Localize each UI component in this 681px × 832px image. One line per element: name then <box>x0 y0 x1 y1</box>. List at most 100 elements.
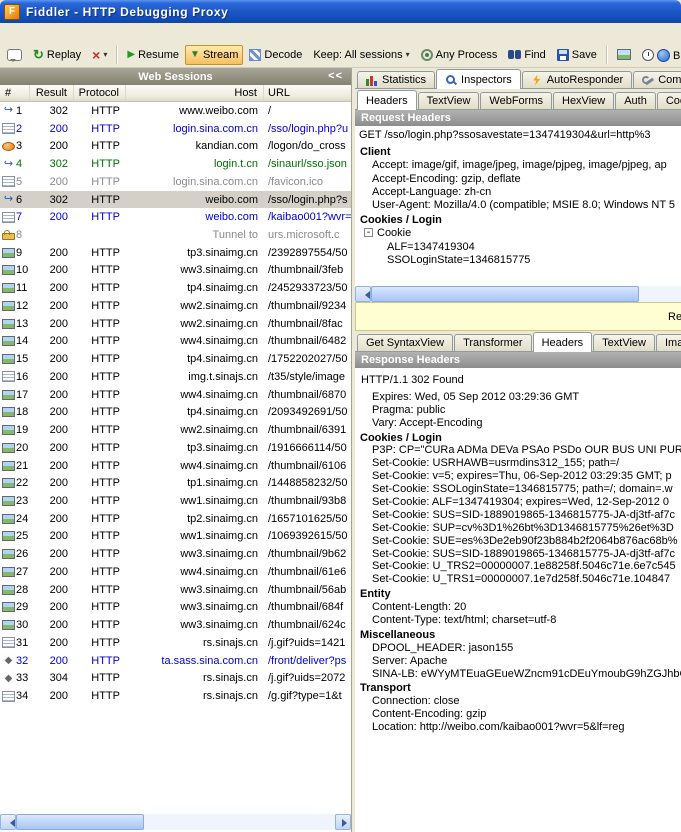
scroll-left-arrow[interactable] <box>0 814 16 830</box>
replay-button[interactable]: ↻Replay <box>28 45 86 65</box>
session-row[interactable]: 8 Tunnel to urs.microsoft.c <box>0 226 351 244</box>
column-header-url[interactable]: URL <box>264 85 351 101</box>
session-row[interactable]: 11 200 HTTP tp4.sinaimg.cn /2452933723/5… <box>0 279 351 297</box>
session-host: rs.sinajs.cn <box>126 637 264 649</box>
session-row[interactable]: 27 200 HTTP ww4.sinaimg.cn /thumbnail/61… <box>0 563 351 581</box>
screenshot-button[interactable] <box>612 45 636 64</box>
session-row[interactable]: 24 200 HTTP tp2.sinaimg.cn /1657101625/5… <box>0 510 351 528</box>
session-url: /2093492691/50 <box>264 406 351 418</box>
any-process-button[interactable]: Any Process <box>416 45 503 65</box>
session-row[interactable]: 28 200 HTTP ww3.sinaimg.cn /thumbnail/56… <box>0 581 351 599</box>
session-list: 1 302 HTTP www.weibo.com / 2 200 HTTP lo… <box>0 102 351 705</box>
menu-item[interactable] <box>16 31 32 35</box>
session-row[interactable]: 16 200 HTTP img.t.sinajs.cn /t35/style/i… <box>0 368 351 386</box>
session-row[interactable]: 30 200 HTTP ww3.sinaimg.cn /thumbnail/62… <box>0 616 351 634</box>
scroll-right-arrow[interactable] <box>335 814 351 830</box>
session-row[interactable]: 25 200 HTTP ww1.sinaimg.cn /1069392615/5… <box>0 528 351 546</box>
session-row[interactable]: 14 200 HTTP ww4.sinaimg.cn /thumbnail/64… <box>0 333 351 351</box>
inspector-tab[interactable]: AutoResponder <box>522 71 632 88</box>
session-row[interactable]: 17 200 HTTP ww4.sinaimg.cn /thumbnail/68… <box>0 386 351 404</box>
decode-button[interactable]: Decode <box>244 45 307 65</box>
menu-item[interactable] <box>32 31 48 35</box>
request-inspector-tab[interactable]: Cookies <box>657 92 681 109</box>
browse-button[interactable]: Browse <box>652 45 681 66</box>
menu-item[interactable] <box>0 31 16 35</box>
session-row[interactable]: 26 200 HTTP ww3.sinaimg.cn /thumbnail/9b… <box>0 545 351 563</box>
request-inspector-tab[interactable]: WebForms <box>480 92 552 109</box>
inspector-tab[interactable]: Composer <box>633 71 681 88</box>
header-line: Set-Cookie: SUS=SID-1889019865-134681577… <box>355 548 681 561</box>
inspector-tab[interactable]: Inspectors <box>436 69 521 89</box>
session-row[interactable]: 4 302 HTTP login.t.cn /sinaurl/sso.json <box>0 155 351 173</box>
session-result: 200 <box>30 353 74 365</box>
request-horizontal-scrollbar[interactable] <box>355 286 681 302</box>
session-row[interactable]: 32 200 HTTP ta.sass.sina.com.cn /front/d… <box>0 652 351 670</box>
session-row[interactable]: 29 200 HTTP ww3.sinaimg.cn /thumbnail/68… <box>0 599 351 617</box>
column-header-number[interactable]: # <box>0 85 30 101</box>
response-inspector-tab[interactable]: ImageView <box>656 334 681 351</box>
comment-balloon-button[interactable] <box>2 45 27 65</box>
response-inspector-tab[interactable]: Get SyntaxView <box>357 334 453 351</box>
menu-item[interactable] <box>80 31 96 35</box>
menu-item[interactable] <box>96 31 112 35</box>
session-row[interactable]: 21 200 HTTP ww4.sinaimg.cn /thumbnail/61… <box>0 457 351 475</box>
response-encoded-notice[interactable]: Response is encoded and may require deco… <box>355 302 681 331</box>
menu-item[interactable] <box>48 31 64 35</box>
request-inspector-tab[interactable]: TextView <box>418 92 480 109</box>
scroll-left-arrow[interactable] <box>355 286 371 302</box>
session-result: 304 <box>30 672 74 684</box>
remove-sessions-button[interactable]: ×▾ <box>87 45 112 65</box>
collapse-panel-button[interactable]: << <box>328 70 343 82</box>
session-row[interactable]: 7 200 HTTP weibo.com /kaibao001?wvr= <box>0 208 351 226</box>
session-host: tp4.sinaimg.cn <box>126 282 264 294</box>
keep-sessions-dropdown[interactable]: Keep: All sessions▾ <box>308 45 414 65</box>
response-inspector-tab[interactable]: Headers <box>533 332 593 352</box>
save-button[interactable]: Save <box>552 45 602 65</box>
session-row[interactable]: 18 200 HTTP tp4.sinaimg.cn /2093492691/5… <box>0 403 351 421</box>
scroll-thumb[interactable] <box>16 814 144 830</box>
request-headers-bar: Request Headers <box>355 110 681 126</box>
session-row[interactable]: 20 200 HTTP tp3.sinaimg.cn /1916666114/5… <box>0 439 351 457</box>
inspector-tab[interactable]: Statistics <box>357 71 435 88</box>
request-inspector-tab[interactable]: Auth <box>615 92 656 109</box>
session-row[interactable]: 13 200 HTTP ww2.sinaimg.cn /thumbnail/8f… <box>0 315 351 333</box>
play-icon: ▶ <box>127 49 135 60</box>
session-number-cell: 34 <box>0 690 30 702</box>
request-inspector-tab[interactable]: HexView <box>553 92 614 109</box>
response-inspector-tab[interactable]: Transformer <box>454 334 532 351</box>
session-url: /t35/style/image <box>264 371 351 383</box>
session-row[interactable]: 9 200 HTTP tp3.sinaimg.cn /2392897554/50 <box>0 244 351 262</box>
session-row[interactable]: 10 200 HTTP ww3.sinaimg.cn /thumbnail/3f… <box>0 262 351 280</box>
response-inspector-tab[interactable]: TextView <box>593 334 655 351</box>
session-result: 200 <box>30 247 74 259</box>
column-header-host[interactable]: Host <box>126 85 264 101</box>
session-protocol: HTTP <box>74 655 126 667</box>
menu-item[interactable] <box>64 31 80 35</box>
session-row[interactable]: 34 200 HTTP rs.sinajs.cn /g.gif?type=1&t <box>0 687 351 705</box>
scroll-thumb[interactable] <box>371 286 639 302</box>
session-row[interactable]: 3 200 HTTP kandian.com /logon/do_cross <box>0 137 351 155</box>
stream-toggle-button[interactable]: ▼Stream <box>185 45 243 65</box>
sessions-horizontal-scrollbar[interactable] <box>0 814 351 830</box>
session-host: login.sina.com.cn <box>126 123 264 135</box>
resume-button[interactable]: ▶Resume <box>122 45 184 65</box>
session-host: kandian.com <box>126 140 264 152</box>
column-header-protocol[interactable]: Protocol <box>74 85 126 101</box>
request-inspector-tab[interactable]: Headers <box>357 90 417 110</box>
header-line[interactable]: Cookie <box>355 227 681 240</box>
session-host: ww3.sinaimg.cn <box>126 548 264 560</box>
session-row[interactable]: 31 200 HTTP rs.sinajs.cn /j.gif?uids=142… <box>0 634 351 652</box>
session-row[interactable]: 19 200 HTTP ww2.sinaimg.cn /thumbnail/63… <box>0 421 351 439</box>
session-row[interactable]: 5 200 HTTP login.sina.com.cn /favicon.ic… <box>0 173 351 191</box>
session-protocol: HTTP <box>74 495 126 507</box>
column-header-result[interactable]: Result <box>30 85 74 101</box>
session-row[interactable]: 12 200 HTTP ww2.sinaimg.cn /thumbnail/92… <box>0 297 351 315</box>
session-row[interactable]: 33 304 HTTP rs.sinajs.cn /j.gif?uids=207… <box>0 670 351 688</box>
session-row[interactable]: 15 200 HTTP tp4.sinaimg.cn /1752202027/5… <box>0 350 351 368</box>
session-row[interactable]: 2 200 HTTP login.sina.com.cn /sso/login.… <box>0 120 351 138</box>
find-button[interactable]: Find <box>503 45 550 65</box>
session-row[interactable]: 1 302 HTTP www.weibo.com / <box>0 102 351 120</box>
session-row[interactable]: 22 200 HTTP tp1.sinaimg.cn /1448858232/5… <box>0 474 351 492</box>
session-row[interactable]: 23 200 HTTP ww1.sinaimg.cn /thumbnail/93… <box>0 492 351 510</box>
session-row[interactable]: 6 302 HTTP weibo.com /sso/login.php?s <box>0 191 351 209</box>
